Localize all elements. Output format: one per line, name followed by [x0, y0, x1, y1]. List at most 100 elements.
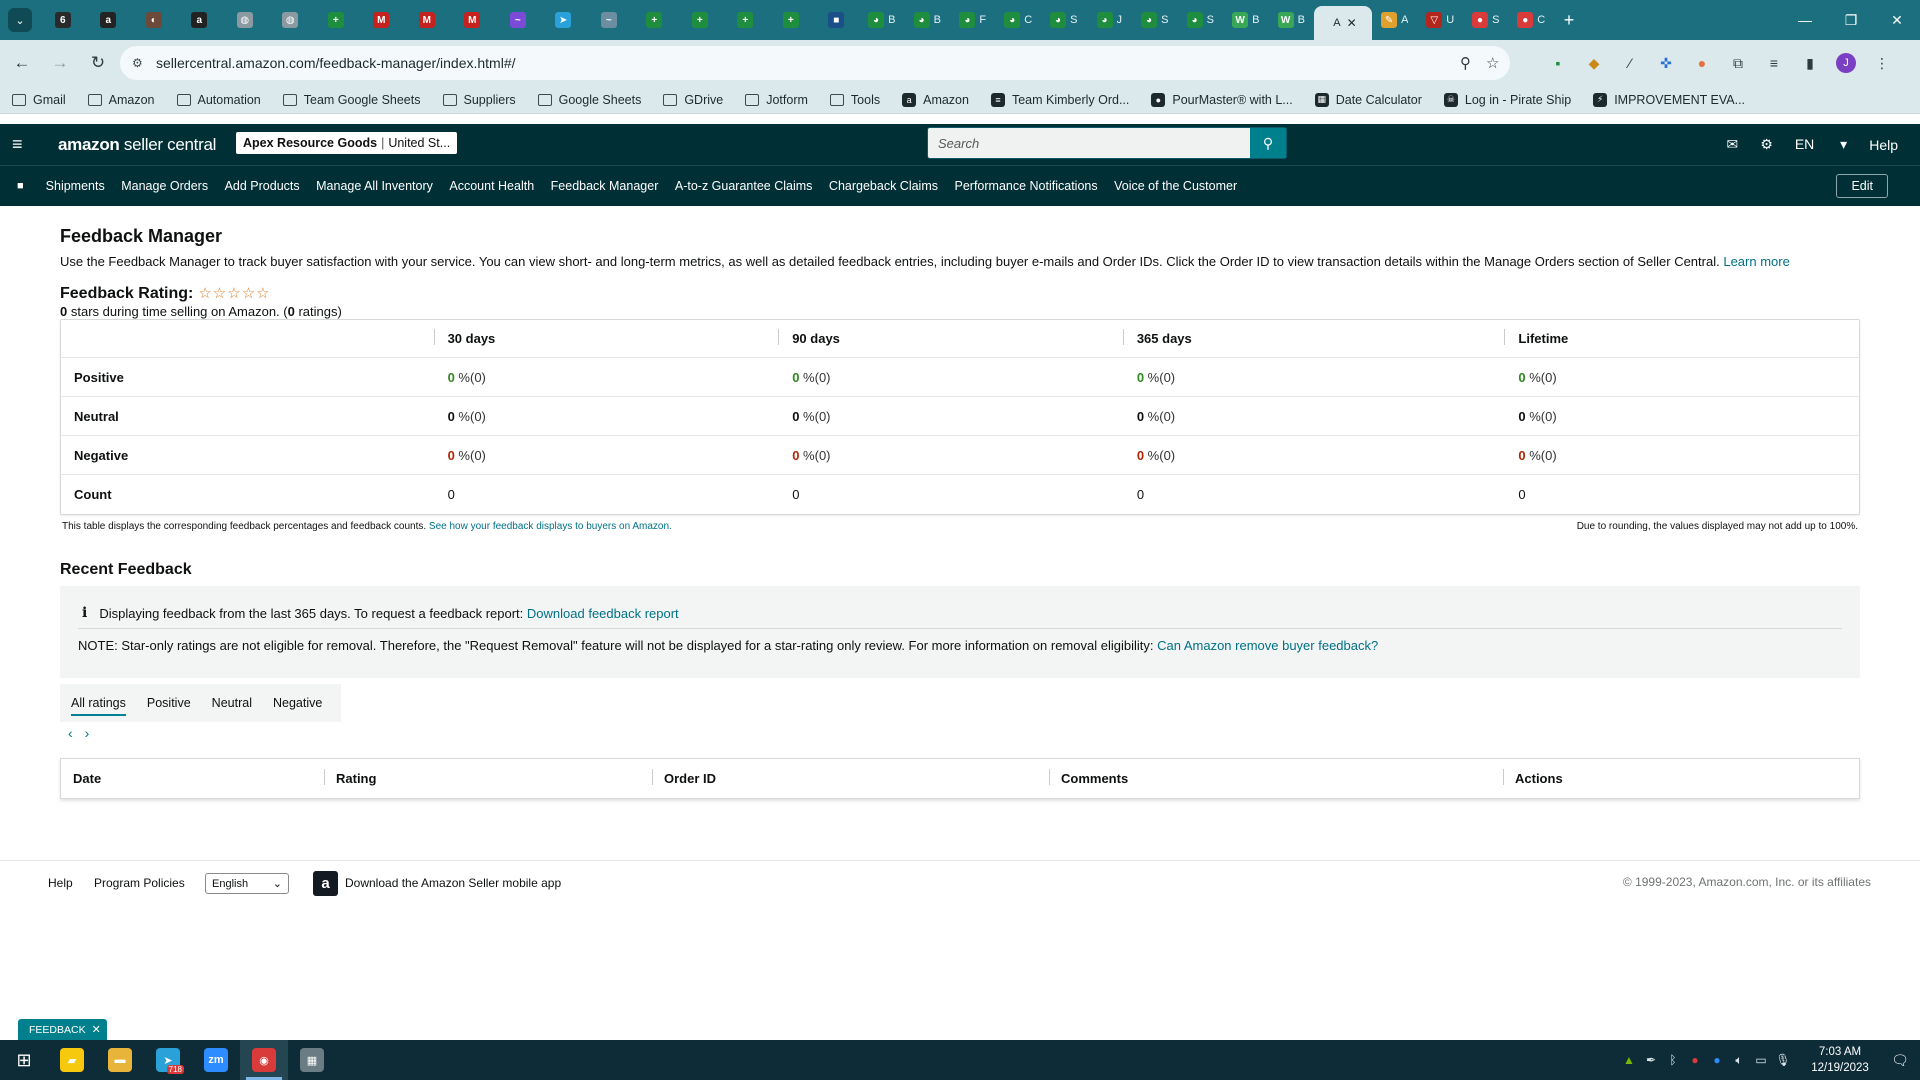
- url-text[interactable]: sellercentral.amazon.com/feedback-manage…: [156, 55, 516, 71]
- bookmark-item[interactable]: Suppliers: [442, 93, 516, 107]
- hamburger-menu-icon[interactable]: ≡: [12, 134, 32, 155]
- footer-help-link[interactable]: Help: [48, 876, 73, 890]
- bookmark-item[interactable]: ☠ Log in - Pirate Ship: [1443, 92, 1571, 107]
- back-button[interactable]: ←: [6, 47, 38, 79]
- app-tray-icon[interactable]: ●: [1684, 1053, 1706, 1067]
- nav-item[interactable]: A-to-z Guarantee Claims: [675, 179, 813, 193]
- omnibox[interactable]: ⚙ sellercentral.amazon.com/feedback-mana…: [120, 46, 1510, 80]
- browser-tab[interactable]: ● C: [1509, 4, 1555, 36]
- bookmark-item[interactable]: ≡ Team Kimberly Ord...: [990, 92, 1129, 107]
- settings-gear-icon[interactable]: ⚙: [1760, 136, 1773, 153]
- zoom-tray-icon[interactable]: ●: [1706, 1053, 1728, 1067]
- seller-central-logo[interactable]: amazon seller central: [58, 135, 216, 155]
- help-link[interactable]: Help: [1869, 137, 1898, 153]
- nav-item[interactable]: Shipments: [46, 179, 105, 193]
- bookmark-item[interactable]: ● PourMaster® with L...: [1151, 92, 1293, 107]
- extension-icon[interactable]: ◆: [1576, 55, 1612, 72]
- restore-button[interactable]: ❐: [1828, 0, 1874, 40]
- program-policies-link[interactable]: Program Policies: [94, 876, 185, 890]
- nav-item[interactable]: Chargeback Claims: [829, 179, 938, 193]
- nav-item[interactable]: Performance Notifications: [955, 179, 1098, 193]
- language-selector[interactable]: EN ▾: [1795, 136, 1847, 153]
- browser-tab[interactable]: ◕ B: [905, 4, 951, 36]
- store-selector[interactable]: Apex Resource Goods | United St...: [236, 132, 458, 154]
- chrome-taskbar-button[interactable]: ◉: [240, 1040, 288, 1080]
- browser-tab[interactable]: +: [723, 4, 769, 36]
- nav-item[interactable]: Add Products: [225, 179, 300, 193]
- browser-tab[interactable]: ◍: [268, 4, 314, 36]
- browser-tab[interactable]: ◕ S: [1041, 4, 1087, 36]
- bookmark-star-icon[interactable]: ☆: [1486, 54, 1499, 72]
- rating-tab[interactable]: Neutral: [212, 684, 252, 722]
- learn-more-link[interactable]: Learn more: [1723, 254, 1789, 269]
- microphone-icon[interactable]: 🎙︎: [1772, 1053, 1794, 1067]
- browser-tab[interactable]: +: [313, 4, 359, 36]
- bookmark-item[interactable]: Gmail: [12, 93, 66, 107]
- browser-tab[interactable]: 6: [40, 4, 86, 36]
- bluetooth-icon[interactable]: ᛒ: [1662, 1053, 1684, 1067]
- extension-icon[interactable]: ⁄: [1612, 55, 1648, 71]
- browser-tab[interactable]: ◍: [222, 4, 268, 36]
- next-page-icon[interactable]: ›: [85, 725, 90, 741]
- search-input[interactable]: Search: [938, 136, 1250, 151]
- browser-menu-icon[interactable]: ⋮: [1864, 55, 1900, 72]
- browser-tab[interactable]: M: [404, 4, 450, 36]
- tab-close-icon[interactable]: ✕: [1347, 16, 1357, 30]
- browser-tab[interactable]: ◐: [131, 4, 177, 36]
- windows-start-icon[interactable]: ⊞: [0, 1040, 48, 1080]
- extension-icon[interactable]: ●: [1684, 55, 1720, 71]
- zoom-icon[interactable]: ⚲: [1460, 54, 1471, 72]
- calculator-taskbar-button[interactable]: ▦: [288, 1040, 336, 1080]
- nav-item[interactable]: Feedback Manager: [551, 179, 659, 193]
- bookmark-item[interactable]: Google Sheets: [537, 93, 641, 107]
- extension-icon[interactable]: ▪: [1540, 55, 1576, 71]
- mail-icon[interactable]: ✉: [1727, 136, 1739, 153]
- browser-tab[interactable]: M: [359, 4, 405, 36]
- previous-page-icon[interactable]: ‹: [68, 725, 73, 741]
- browser-tab[interactable]: ◕ F: [950, 4, 996, 36]
- telegram-taskbar-button[interactable]: ➤ 718: [144, 1040, 192, 1080]
- browser-tab[interactable]: ■: [814, 4, 860, 36]
- rating-tab[interactable]: All ratings: [71, 684, 126, 722]
- amazon-app-icon[interactable]: a: [313, 871, 338, 896]
- browser-tab[interactable]: ✎ A: [1372, 4, 1418, 36]
- nav-item[interactable]: Account Health: [449, 179, 534, 193]
- browser-tab[interactable]: A ✕: [1314, 6, 1372, 40]
- bookmark-item[interactable]: Team Google Sheets: [282, 93, 421, 107]
- zoom-taskbar-button[interactable]: zm: [192, 1040, 240, 1080]
- minimize-button[interactable]: —: [1782, 0, 1828, 40]
- file-explorer-taskbar-button[interactable]: ▬: [96, 1040, 144, 1080]
- browser-tab[interactable]: ◕ B: [859, 4, 905, 36]
- side-panel-icon[interactable]: ▮: [1792, 55, 1828, 72]
- bookmark-item[interactable]: Jotform: [745, 93, 808, 107]
- footer-language-select[interactable]: English ⌄: [205, 873, 289, 894]
- nav-item[interactable]: Voice of the Customer: [1114, 179, 1237, 193]
- browser-tab[interactable]: +: [768, 4, 814, 36]
- browser-tab[interactable]: WB: [1269, 4, 1315, 36]
- media-control-icon[interactable]: ≡: [1756, 55, 1792, 71]
- browser-tab[interactable]: ◕ C: [996, 4, 1042, 36]
- browser-tab[interactable]: ▽ U: [1418, 4, 1464, 36]
- browser-tab[interactable]: ➤: [541, 4, 587, 36]
- extensions-puzzle-icon[interactable]: ⧉: [1720, 55, 1756, 72]
- reload-button[interactable]: ↻: [82, 47, 114, 79]
- removal-eligibility-link[interactable]: Can Amazon remove buyer feedback?: [1157, 638, 1378, 653]
- rating-tab[interactable]: Negative: [273, 684, 322, 722]
- profile-avatar[interactable]: J: [1836, 53, 1856, 73]
- edit-nav-button[interactable]: Edit: [1836, 174, 1888, 198]
- system-clock[interactable]: 7:03 AM 12/19/2023: [1800, 1044, 1880, 1076]
- bookmark-item[interactable]: ⚡ IMPROVEMENT EVA...: [1593, 92, 1745, 107]
- bookmark-item[interactable]: a Amazon: [902, 92, 969, 107]
- close-icon[interactable]: ✕: [92, 1023, 101, 1036]
- search-box[interactable]: Search ⚲: [927, 127, 1287, 159]
- browser-tab[interactable]: ● S: [1463, 4, 1509, 36]
- notification-icon[interactable]: 🗨︎: [1880, 1052, 1920, 1069]
- browser-tab[interactable]: ~: [495, 4, 541, 36]
- site-info-icon[interactable]: ⚙: [132, 56, 152, 70]
- browser-tab[interactable]: WB: [1223, 4, 1269, 36]
- sticky-notes-taskbar-button[interactable]: ▰: [48, 1040, 96, 1080]
- browser-tab[interactable]: ◕ S: [1132, 4, 1178, 36]
- volume-icon[interactable]: 🔈︎: [1728, 1053, 1750, 1068]
- close-window-button[interactable]: ✕: [1874, 0, 1920, 40]
- rating-tab[interactable]: Positive: [147, 684, 191, 722]
